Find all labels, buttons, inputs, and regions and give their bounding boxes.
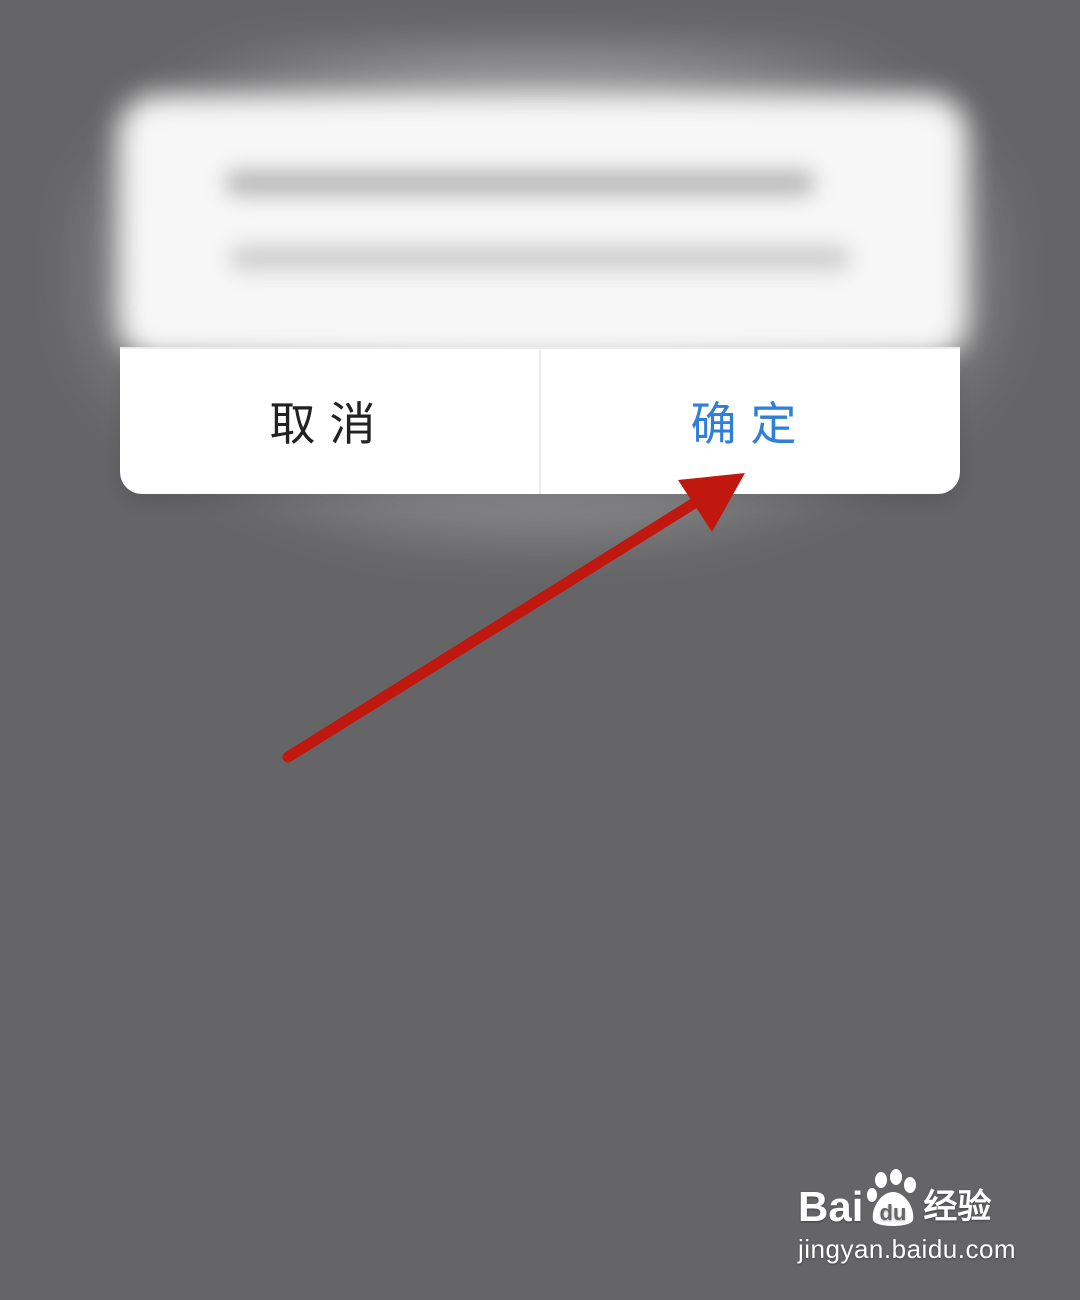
watermark-brand-du: du xyxy=(880,1200,907,1225)
baidu-jingyan-watermark: Bai du 经验 jingyan.baidu.com xyxy=(798,1168,1028,1278)
blurred-message-line xyxy=(230,245,850,271)
cancel-button[interactable]: 取消 xyxy=(120,347,541,494)
watermark-brand-bai: Bai xyxy=(798,1183,864,1230)
paw-icon: du xyxy=(867,1169,917,1226)
confirm-button[interactable]: 确定 xyxy=(541,347,960,494)
blurred-message-line xyxy=(225,170,815,196)
dialog-button-bar: 取消 确定 xyxy=(120,347,960,494)
dialog-message-area xyxy=(118,95,968,360)
watermark-brand-cn: 经验 xyxy=(923,1187,992,1227)
watermark-url: jingyan.baidu.com xyxy=(798,1234,1017,1264)
